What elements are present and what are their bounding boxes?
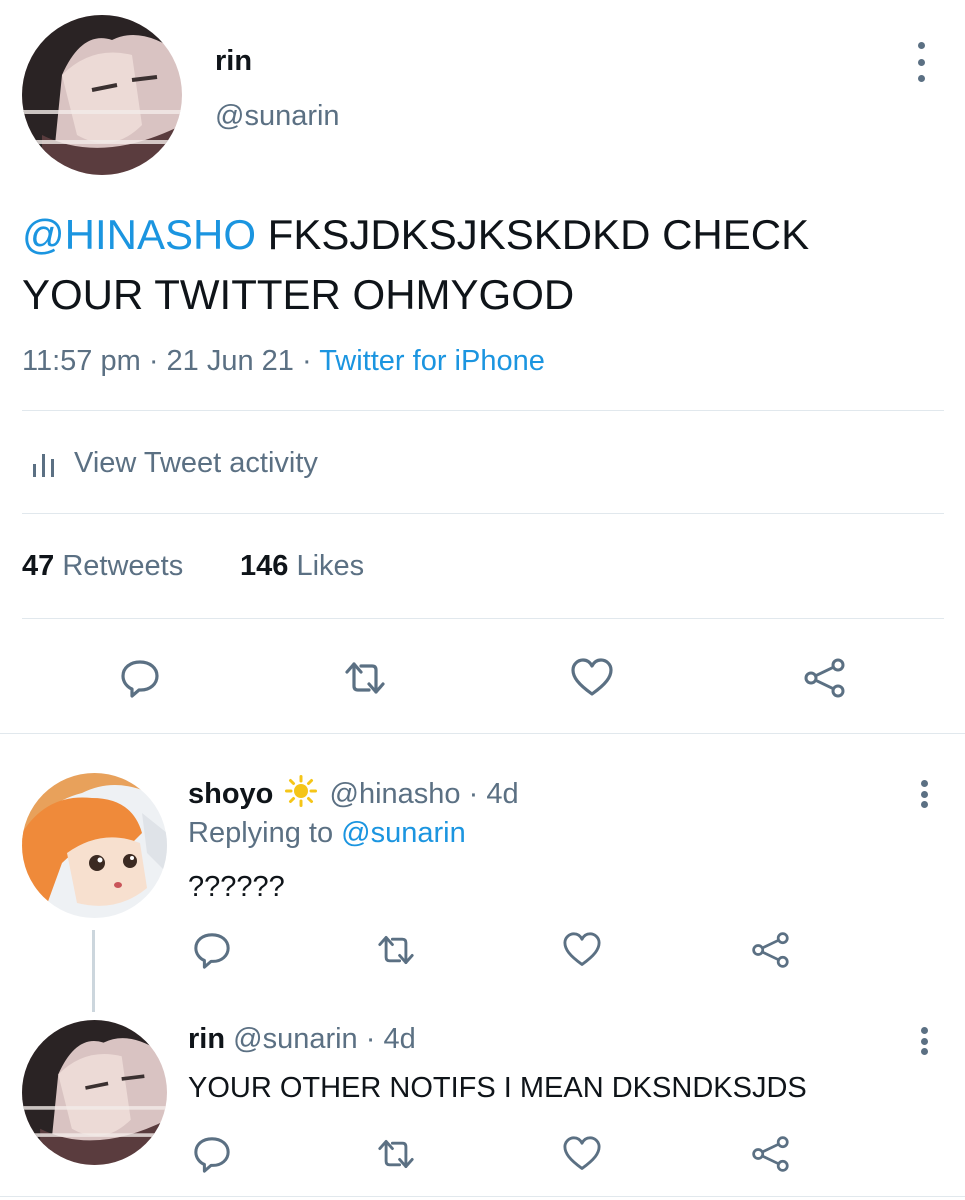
reply2-display-name[interactable]: rin — [188, 1023, 225, 1055]
reply2-reply-button[interactable] — [188, 1130, 236, 1178]
retweets-stat[interactable]: 47 Retweets — [22, 550, 183, 583]
divider — [0, 733, 965, 734]
handle[interactable]: @sunarin — [215, 100, 340, 133]
heart-icon — [563, 932, 601, 966]
replying-to-handle[interactable]: @sunarin — [341, 817, 466, 849]
reply1-share-button[interactable] — [746, 926, 794, 974]
rin-reply-avatar[interactable] — [22, 1020, 167, 1165]
tweet-meta: 11:57 pm · 21 Jun 21 · Twitter for iPhon… — [22, 345, 545, 378]
reply1-handle-time[interactable]: @hinasho · 4d — [330, 778, 519, 810]
tweet-text-line2: YOUR TWITTER OHMYGOD — [22, 271, 575, 318]
tweet-text: @HINASHO FKSJDKSJKSKDKD CHECK YOUR TWITT… — [22, 205, 922, 325]
reply-icon — [121, 660, 159, 698]
meta-separator: · — [140, 345, 167, 377]
divider — [22, 618, 944, 619]
share-icon — [752, 932, 789, 968]
more-options-icon[interactable] — [917, 42, 925, 82]
retweet-button[interactable] — [341, 654, 389, 702]
reply2-like-button[interactable] — [558, 1130, 606, 1178]
retweets-count: 47 — [22, 550, 55, 582]
rin-avatar-art — [22, 15, 182, 175]
reply1-more-options-icon[interactable] — [920, 780, 928, 808]
reply1-text: ?????? — [188, 871, 285, 903]
retweet-icon — [378, 935, 414, 965]
reply2-more-options-icon[interactable] — [920, 1027, 928, 1055]
share-button[interactable] — [800, 654, 848, 702]
tweet-time[interactable]: 11:57 pm — [22, 345, 141, 377]
divider — [0, 1196, 965, 1197]
likes-count: 146 — [240, 550, 289, 582]
reply-button[interactable] — [116, 654, 164, 702]
retweet-icon — [378, 1139, 414, 1169]
tweet-source[interactable]: Twitter for iPhone — [319, 345, 545, 377]
sun-emoji-icon — [285, 775, 318, 815]
analytics-icon — [33, 453, 54, 477]
retweets-label: Retweets — [54, 550, 184, 582]
shoyo-avatar[interactable] — [22, 773, 167, 918]
display-name[interactable]: rin — [215, 45, 252, 78]
thread-connector — [92, 930, 95, 1012]
rin-avatar-art — [22, 1020, 167, 1165]
shoyo-avatar-art — [22, 773, 167, 918]
divider — [22, 410, 944, 411]
like-button[interactable] — [568, 654, 616, 702]
reply2-text: YOUR OTHER NOTIFS I MEAN DKSNDKSJDS — [188, 1072, 807, 1104]
mention-link[interactable]: @HINASHO — [22, 211, 256, 258]
reply-icon — [194, 933, 230, 969]
reply1-like-button[interactable] — [558, 926, 606, 974]
likes-label: Likes — [288, 550, 365, 582]
replying-to: Replying to @sunarin — [188, 817, 466, 850]
likes-stat[interactable]: 146 Likes — [240, 550, 364, 583]
reply2-retweet-button[interactable] — [372, 1130, 420, 1178]
view-tweet-activity-button[interactable]: View Tweet activity — [32, 447, 318, 480]
tweet-text-line1: FKSJDKSJKSKDKD CHECK — [256, 211, 810, 258]
reply2-handle-time[interactable]: @sunarin · 4d — [233, 1023, 416, 1055]
heart-icon — [571, 658, 613, 696]
reply2-header: rin @sunarin · 4d — [188, 1023, 416, 1056]
tweet-date[interactable]: 21 Jun 21 — [167, 345, 294, 377]
replying-to-prefix: Replying to — [188, 817, 342, 849]
heart-icon — [563, 1136, 601, 1170]
reply1-display-name[interactable]: shoyo — [188, 778, 273, 810]
share-icon — [804, 658, 845, 698]
reply-icon — [194, 1137, 230, 1173]
reply1-reply-button[interactable] — [188, 926, 236, 974]
divider — [22, 513, 944, 514]
meta-separator: · — [293, 345, 320, 377]
reply2-share-button[interactable] — [746, 1130, 794, 1178]
share-icon — [752, 1136, 789, 1172]
retweet-icon — [345, 662, 385, 694]
view-tweet-activity-label: View Tweet activity — [74, 447, 318, 479]
reply1-header: shoyo @hinasho · 4d — [188, 775, 519, 815]
rin-avatar[interactable] — [22, 15, 182, 175]
reply1-retweet-button[interactable] — [372, 926, 420, 974]
